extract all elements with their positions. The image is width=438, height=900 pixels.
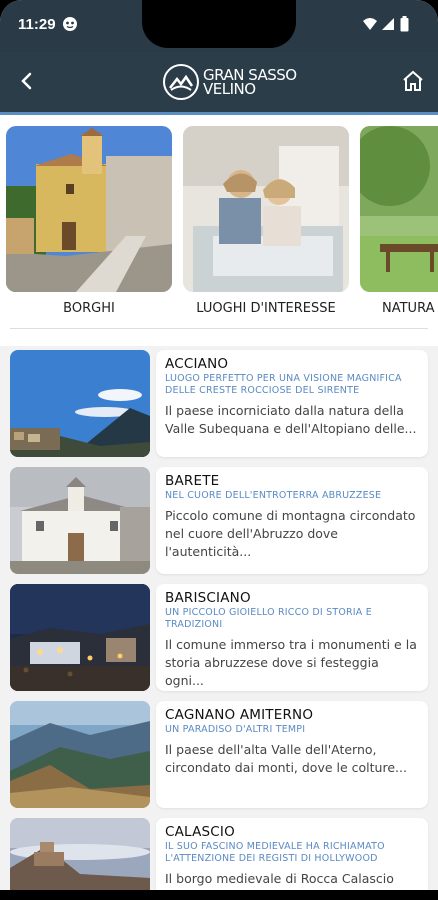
category-label-natura: NATURA bbox=[382, 301, 435, 316]
place-subtitle: UN PICCOLO GIOIELLO RICCO DI STORIA E TR… bbox=[165, 607, 372, 630]
place-card[interactable]: CALASCIO IL SUO FASCINO MEDIEVALE HA RIC… bbox=[156, 818, 428, 900]
app-bar: GRAN SASSO VELINO bbox=[0, 52, 438, 115]
logo-line-2: VELINO bbox=[203, 80, 256, 98]
status-bar: 11:29 bbox=[0, 0, 438, 52]
place-title: CALASCIO bbox=[165, 824, 235, 840]
list-item[interactable]: BARISCIANO UN PICCOLO GIOIELLO RICCO DI … bbox=[10, 584, 428, 691]
list-item[interactable]: CALASCIO IL SUO FASCINO MEDIEVALE HA RIC… bbox=[10, 818, 428, 900]
section-divider bbox=[10, 328, 428, 329]
notification-icon bbox=[62, 16, 78, 36]
category-label-luoghi: LUOGHI D'INTERESSE bbox=[196, 301, 336, 316]
camera-notch bbox=[142, 0, 296, 48]
status-time: 11:29 bbox=[18, 16, 56, 33]
category-card-natura[interactable] bbox=[360, 126, 438, 292]
place-thumbnail bbox=[10, 818, 150, 900]
signal-icon bbox=[381, 16, 395, 36]
place-card[interactable]: BARETE NEL CUORE DELL'ENTROTERRA ABRUZZE… bbox=[156, 467, 428, 574]
place-description: Piccolo comune di montagna circondato ne… bbox=[165, 508, 416, 559]
place-thumbnail bbox=[10, 701, 150, 808]
place-thumbnail bbox=[10, 584, 150, 691]
mountain-logo-icon bbox=[163, 64, 199, 100]
list-item[interactable]: BARETE NEL CUORE DELL'ENTROTERRA ABRUZZE… bbox=[10, 467, 428, 574]
place-card[interactable]: BARISCIANO UN PICCOLO GIOIELLO RICCO DI … bbox=[156, 584, 428, 691]
place-thumbnail bbox=[10, 350, 150, 457]
category-card-luoghi[interactable] bbox=[183, 126, 349, 292]
place-subtitle: LUOGO PERFETTO PER UNA VISIONE MAGNIFICA… bbox=[165, 373, 402, 396]
place-title: ACCIANO bbox=[165, 356, 229, 372]
place-subtitle: UN PARADISO D'ALTRI TEMPI bbox=[165, 724, 306, 735]
wifi-icon bbox=[362, 16, 378, 36]
place-subtitle: NEL CUORE DELL'ENTROTERRA ABRUZZESE bbox=[165, 490, 382, 501]
places-list[interactable]: ACCIANO LUOGO PERFETTO PER UNA VISIONE M… bbox=[0, 350, 438, 900]
place-description: Il comune immerso tra i monumenti e la s… bbox=[165, 637, 417, 688]
category-carousel[interactable]: BORGHI LUOGHI D'INTERESSE NATURA bbox=[0, 115, 438, 346]
navigation-bar bbox=[0, 890, 438, 900]
list-item[interactable]: CAGNANO AMITERNO UN PARADISO D'ALTRI TEM… bbox=[10, 701, 428, 808]
place-title: BARISCIANO bbox=[165, 590, 251, 606]
natura-image bbox=[360, 126, 438, 292]
battery-icon bbox=[400, 16, 409, 36]
brand-logo: GRAN SASSO VELINO bbox=[163, 62, 297, 102]
category-label-borghi: BORGHI bbox=[63, 301, 115, 316]
place-description: Il paese dell'alta Valle dell'Aterno, ci… bbox=[165, 742, 407, 775]
place-card[interactable]: CAGNANO AMITERNO UN PARADISO D'ALTRI TEM… bbox=[156, 701, 428, 808]
place-description: Il paese incorniciato dalla natura della… bbox=[165, 403, 417, 436]
place-title: CAGNANO AMITERNO bbox=[165, 707, 314, 723]
category-card-borghi[interactable] bbox=[6, 126, 172, 292]
place-thumbnail bbox=[10, 467, 150, 574]
app-screen: 11:29 GRAN SASSO VELINO BORGHI LUOGHI D'… bbox=[0, 0, 438, 900]
borghi-image bbox=[6, 126, 172, 292]
back-arrow-icon[interactable] bbox=[12, 66, 42, 96]
list-item[interactable]: ACCIANO LUOGO PERFETTO PER UNA VISIONE M… bbox=[10, 350, 428, 457]
home-icon[interactable] bbox=[400, 68, 426, 94]
place-title: BARETE bbox=[165, 473, 220, 489]
place-card[interactable]: ACCIANO LUOGO PERFETTO PER UNA VISIONE M… bbox=[156, 350, 428, 457]
place-subtitle: IL SUO FASCINO MEDIEVALE HA RICHIAMATO L… bbox=[165, 841, 385, 864]
luoghi-image bbox=[183, 126, 349, 292]
